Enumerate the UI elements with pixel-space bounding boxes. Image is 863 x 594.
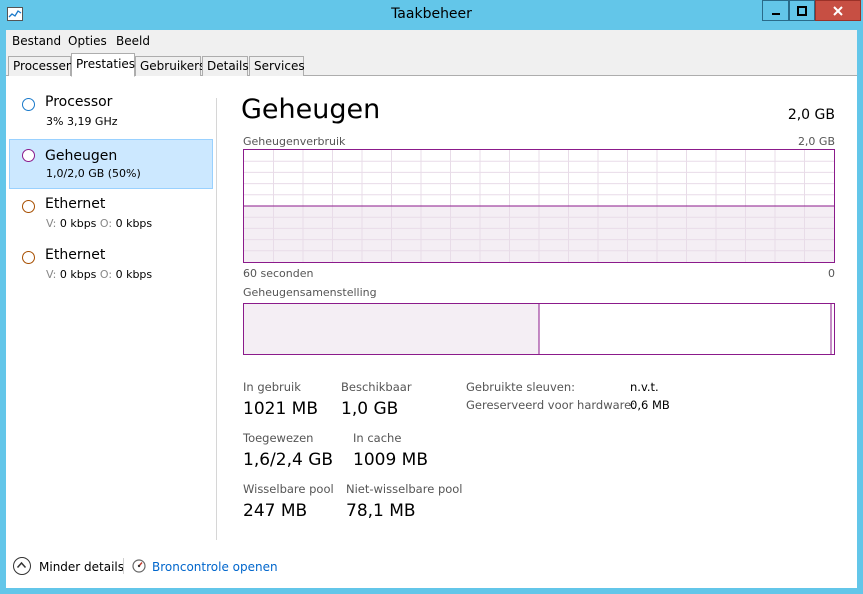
sidebar-item-value: 1,0/2,0 GB (50%) [46,167,141,180]
paged-pool-value: 247 MB [243,501,308,521]
sidebar-item-ethernet-1[interactable]: Ethernet V: 0 kbps O: 0 kbps [9,191,213,241]
sidebar-divider[interactable] [216,98,217,540]
sidebar-item-value: V: 0 kbps O: 0 kbps [46,217,153,230]
tab-users[interactable]: Gebruikers [135,56,205,76]
close-button[interactable] [815,0,861,21]
sidebar-item-ethernet-2[interactable]: Ethernet V: 0 kbps O: 0 kbps [9,242,213,292]
memory-indicator-icon [22,149,35,162]
composition-label: Geheugensamenstelling [243,286,377,299]
in-use-value: 1021 MB [243,399,318,419]
hardware-reserved-label: Gereserveerd voor hardware: [466,398,636,412]
task-manager-window: Taakbeheer Bestand Opties Beeld Processe… [0,0,863,594]
memory-usage-graph [243,149,835,263]
memory-composition-svg [244,304,832,354]
minimize-icon [771,12,780,15]
slots-used-label: Gebruikte sleuven: [466,380,575,394]
footer-separator [123,558,124,574]
tab-services[interactable]: Services [249,56,305,76]
ethernet-indicator-icon [22,251,35,264]
nonpaged-pool-label: Niet-wisselbare pool [346,482,463,496]
processor-indicator-icon [22,98,35,111]
memory-composition-bar [243,303,835,355]
chevron-up-icon [16,561,27,568]
committed-label: Toegewezen [243,431,314,445]
graph-time-right: 0 [828,267,835,280]
tab-processes[interactable]: Processen [8,56,74,76]
tab-details[interactable]: Details [202,56,249,76]
sidebar-item-label: Ethernet [45,196,106,212]
menu-file[interactable]: Bestand [12,34,61,48]
sidebar-item-label: Ethernet [45,247,106,263]
slots-used-value: n.v.t. [630,380,659,394]
cached-label: In cache [353,431,402,445]
close-icon [833,5,843,16]
graph-label: Geheugenverbruik [243,135,346,148]
tab-performance[interactable]: Prestaties [71,53,135,77]
sidebar-item-processor[interactable]: Processor 3% 3,19 GHz [9,89,213,139]
available-label: Beschikbaar [341,380,412,394]
committed-value: 1,6/2,4 GB [243,450,334,470]
tab-bar: Processen Prestaties Gebruikers Details … [6,52,857,77]
memory-total: 2,0 GB [787,107,835,123]
in-use-label: In gebruik [243,380,301,394]
maximize-icon [797,5,807,16]
sidebar-item-label: Processor [45,94,113,110]
ethernet-indicator-icon [22,200,35,213]
minimize-button[interactable] [762,0,789,21]
graph-time-left: 60 seconden [243,267,314,280]
paged-pool-label: Wisselbare pool [243,482,334,496]
sidebar-item-value: 3% 3,19 GHz [46,115,118,128]
resource-monitor-link[interactable]: Broncontrole openen [152,560,278,574]
page-title: Geheugen [241,94,381,125]
composition-in-use [244,304,539,354]
fewer-details-button[interactable] [13,557,31,575]
cached-value: 1009 MB [353,450,428,470]
hardware-reserved-value: 0,6 MB [630,398,670,412]
graph-max-label: 2,0 GB [797,135,835,148]
sidebar-item-value: V: 0 kbps O: 0 kbps [46,268,153,281]
menu-bar: Bestand Opties Beeld [6,30,857,52]
maximize-button[interactable] [789,0,815,21]
memory-usage-graph-svg [244,150,834,262]
sidebar-item-label: Geheugen [45,148,118,164]
available-value: 1,0 GB [341,399,399,419]
menu-options[interactable]: Opties [68,34,107,48]
title-bar[interactable]: Taakbeheer [0,0,863,30]
resource-monitor-icon[interactable] [132,559,146,573]
fewer-details-label[interactable]: Minder details [39,560,124,574]
menu-view[interactable]: Beeld [116,34,150,48]
sidebar-item-memory[interactable]: Geheugen 1,0/2,0 GB (50%) [9,139,213,189]
client-area: Bestand Opties Beeld Processen Prestatie… [6,30,857,588]
nonpaged-pool-value: 78,1 MB [346,501,416,521]
window-title: Taakbeheer [391,6,472,22]
